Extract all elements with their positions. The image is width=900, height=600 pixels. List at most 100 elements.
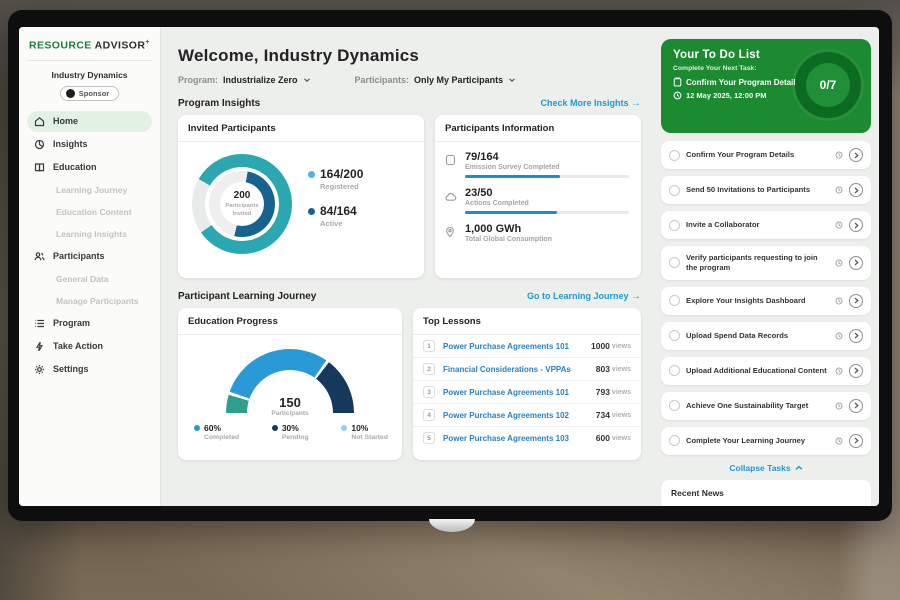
background: RESOURCE ADVISOR+ Industry Dynamics Spon…	[0, 0, 900, 600]
task-item[interactable]: Confirm Your Program Details	[661, 141, 871, 169]
lesson-link[interactable]: Financial Considerations - VPPAs	[443, 365, 596, 374]
check-more-insights-link[interactable]: Check More Insights →	[540, 98, 641, 109]
progress-bar-fill	[465, 211, 557, 214]
card-title: Education Progress	[178, 308, 402, 335]
lesson-link[interactable]: Power Purchase Agreements 103	[443, 434, 596, 443]
task-label: Verify participants requesting to join t…	[686, 253, 829, 273]
recent-news-card: Recent News	[661, 480, 871, 506]
lesson-views-suffix: views	[612, 343, 631, 350]
todo-due-date: 12 May 2025, 12:00 PM	[686, 91, 766, 100]
top-lessons-card: Top Lessons 1 Power Purchase Agreements …	[413, 308, 641, 460]
lesson-views-suffix: views	[612, 412, 631, 419]
card-title: Invited Participants	[178, 115, 424, 142]
task-go-button[interactable]	[849, 399, 863, 413]
task-item[interactable]: Complete Your Learning Journey	[661, 427, 871, 455]
task-label: Achieve One Sustainability Target	[686, 401, 829, 411]
task-item[interactable]: Explore Your Insights Dashboard	[661, 287, 871, 315]
sidebar-item-label: Settings	[53, 364, 89, 374]
lesson-link[interactable]: Power Purchase Agreements 102	[443, 411, 596, 420]
logo-advisor: ADVISOR	[95, 40, 146, 52]
go-to-learning-journey-link[interactable]: Go to Learning Journey →	[527, 291, 641, 302]
task-go-button[interactable]	[849, 256, 863, 270]
task-checkbox[interactable]	[669, 185, 680, 196]
task-go-button[interactable]	[849, 294, 863, 308]
task-checkbox[interactable]	[669, 257, 680, 268]
task-checkbox[interactable]	[669, 400, 680, 411]
task-checkbox[interactable]	[669, 295, 680, 306]
chevron-right-icon	[854, 187, 859, 194]
insights-icon	[34, 139, 45, 150]
card-title: Top Lessons	[413, 308, 641, 335]
stat-value: 23/50	[465, 187, 629, 199]
task-go-button[interactable]	[849, 364, 863, 378]
sidebar-nav: Home Insights Education Learning Journey…	[27, 111, 152, 380]
legend-label: Completed	[204, 434, 239, 441]
sidebar-item-participants[interactable]: Participants	[27, 246, 152, 267]
lesson-views-suffix: views	[612, 366, 631, 373]
participants-filter[interactable]: Participants: Only My Participants	[355, 75, 517, 85]
task-item[interactable]: Send 50 Invitations to Participants	[661, 176, 871, 204]
task-list: Confirm Your Program Details Send 50 Inv…	[661, 141, 871, 455]
todo-progress-ring: 0/7	[795, 52, 861, 118]
chevron-up-icon	[795, 465, 803, 471]
arrow-right-icon: →	[631, 98, 641, 109]
lesson-rank: 3	[423, 386, 435, 398]
task-label: Upload Spend Data Records	[686, 331, 829, 341]
sidebar-item-label: Program	[53, 318, 90, 328]
task-checkbox[interactable]	[669, 220, 680, 231]
invited-donut-chart: 200 Participants Invited	[192, 154, 292, 254]
sidebar-item-home[interactable]: Home	[27, 111, 152, 132]
legend-label: Active	[320, 219, 363, 228]
sidebar-item-education[interactable]: Education	[27, 157, 152, 178]
take-action-icon	[34, 341, 45, 352]
legend-dot	[272, 425, 278, 431]
sidebar-item-take-action[interactable]: Take Action	[27, 336, 152, 357]
lesson-rank: 5	[423, 432, 435, 444]
legend-dot	[341, 425, 347, 431]
sidebar-item-general-data[interactable]: General Data	[27, 269, 152, 289]
collapse-tasks-link[interactable]: Collapse Tasks	[661, 463, 871, 473]
clock-icon	[835, 221, 843, 229]
stat-label: Emission Survey Completed	[465, 164, 629, 171]
stat-emission-survey: 79/164 Emission Survey Completed	[445, 151, 629, 178]
stat-label: Total Global Consumption	[465, 236, 629, 243]
task-checkbox[interactable]	[669, 150, 680, 161]
task-go-button[interactable]	[849, 434, 863, 448]
sidebar-item-education-content[interactable]: Education Content	[27, 202, 152, 222]
lesson-link[interactable]: Power Purchase Agreements 101	[443, 342, 591, 351]
task-item[interactable]: Upload Additional Educational Content	[661, 357, 871, 385]
task-checkbox[interactable]	[669, 330, 680, 341]
sponsor-badge[interactable]: Sponsor	[60, 86, 119, 101]
clock-icon	[835, 186, 843, 194]
sidebar-item-learning-insights[interactable]: Learning Insights	[27, 224, 152, 244]
progress-bar	[465, 211, 629, 214]
task-item[interactable]: Invite a Collaborator	[661, 211, 871, 239]
task-go-button[interactable]	[849, 329, 863, 343]
sidebar-item-manage-participants[interactable]: Manage Participants	[27, 291, 152, 311]
sidebar-item-learning-journey[interactable]: Learning Journey	[27, 180, 152, 200]
program-filter[interactable]: Program: Industrialize Zero	[178, 75, 311, 85]
task-checkbox[interactable]	[669, 365, 680, 376]
task-item[interactable]: Achieve One Sustainability Target	[661, 392, 871, 420]
sidebar-item-insights[interactable]: Insights	[27, 134, 152, 155]
lesson-link[interactable]: Power Purchase Agreements 101	[443, 388, 596, 397]
recent-news-title: Recent News	[671, 488, 724, 498]
home-icon	[34, 116, 45, 127]
task-checkbox[interactable]	[669, 435, 680, 446]
task-go-button[interactable]	[849, 148, 863, 162]
task-go-button[interactable]	[849, 218, 863, 232]
task-item[interactable]: Verify participants requesting to join t…	[661, 246, 871, 280]
task-go-button[interactable]	[849, 183, 863, 197]
learning-cards-row: Education Progress 150 Participants	[178, 308, 645, 460]
task-item[interactable]: Upload Spend Data Records	[661, 322, 871, 350]
stat-label: Actions Completed	[465, 200, 629, 207]
sidebar-item-label: Take Action	[53, 341, 103, 351]
lesson-row: 4 Power Purchase Agreements 102 734views	[413, 404, 641, 427]
lesson-row: 5 Power Purchase Agreements 103 600views	[413, 427, 641, 449]
sidebar-item-program[interactable]: Program	[27, 313, 152, 334]
legend-value: 30%	[282, 423, 299, 433]
sidebar-item-settings[interactable]: Settings	[27, 359, 152, 380]
chevron-right-icon	[854, 437, 859, 444]
progress-bar-fill	[465, 175, 560, 178]
chevron-down-icon	[303, 76, 311, 84]
